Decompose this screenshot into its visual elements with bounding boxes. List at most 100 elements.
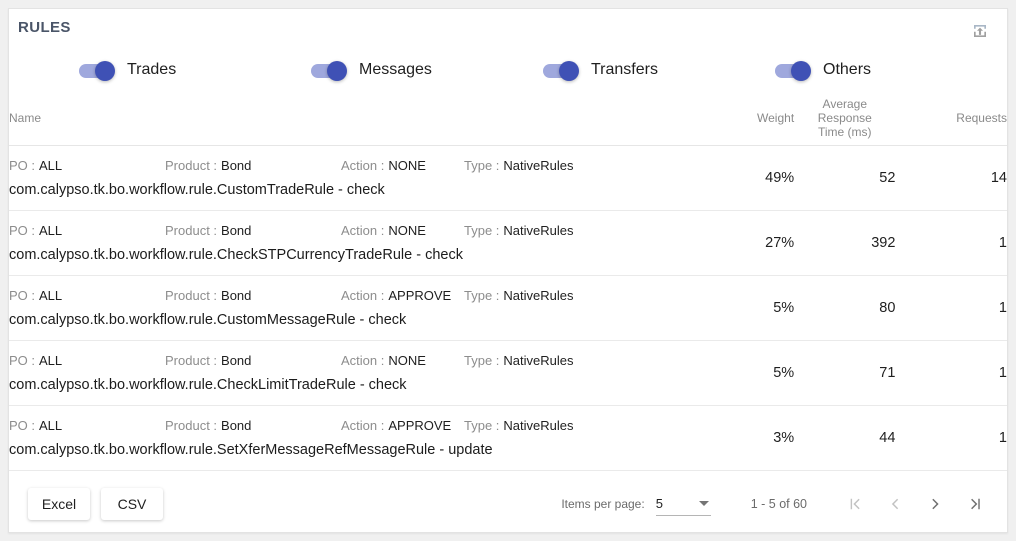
rule-class-name: com.calypso.tk.bo.workflow.rule.SetXferM… <box>9 441 493 458</box>
rule-meta-action-key: Action : <box>341 417 385 433</box>
rule-name-cell: PO : ALL Product : Bond Action : NONE Type : Na… <box>9 145 712 211</box>
rule-meta-action-value: NONE <box>388 157 426 173</box>
last-page-icon[interactable] <box>955 484 995 524</box>
column-header-weight: Weight <box>711 91 795 146</box>
rule-meta-type-value: NativeRules <box>503 417 574 433</box>
rule-meta-po: PO : ALL <box>9 223 165 238</box>
toggle-label: Others <box>823 61 872 78</box>
rule-class-name: com.calypso.tk.bo.workflow.rule.CustomMe… <box>9 311 407 328</box>
rule-name-cell: PO : ALL Product : Bond Action : APPROVE Type … <box>9 275 712 341</box>
rule-meta-product: Product : Bond <box>165 288 341 303</box>
rule-meta-po: PO : ALL <box>9 158 165 173</box>
rule-requests-value: 1 <box>895 340 1007 406</box>
rule-meta-action-value: APPROVE <box>388 417 452 433</box>
rule-avg-response-time-value: 71 <box>794 340 896 406</box>
table-row[interactable]: PO : ALL Product : Bond Action : APPROVE Type … <box>9 405 1007 471</box>
chevron-down-icon <box>698 500 709 506</box>
rule-meta-type-value: NativeRules <box>503 352 574 368</box>
rule-meta-po-key: PO : <box>9 352 36 368</box>
rule-meta-action: Action : NONE <box>341 223 464 238</box>
rule-name-cell: PO : ALL Product : Bond Action : NONE Type : Na… <box>9 210 712 276</box>
rule-meta-action-value: APPROVE <box>388 287 452 303</box>
rule-meta-product-value: Bond <box>221 222 252 238</box>
rule-weight-value: 49% <box>711 145 795 211</box>
rule-meta-product-key: Product : <box>165 352 218 368</box>
rule-weight-value: 5% <box>711 275 795 341</box>
rule-meta-po-key: PO : <box>9 417 36 433</box>
rule-meta-po: PO : ALL <box>9 353 165 368</box>
rules-table-container: Name Weight Average Response Time (ms) R… <box>9 91 1007 476</box>
items-per-page-value: 5 <box>655 496 663 511</box>
switch-icon <box>79 60 115 81</box>
rule-meta-action: Action : NONE <box>341 353 464 368</box>
export-upload-icon[interactable] <box>967 18 993 44</box>
table-row[interactable]: PO : ALL Product : Bond Action : NONE Type : Na… <box>9 340 1007 406</box>
table-row[interactable]: PO : ALL Product : Bond Action : NONE Type : Na… <box>9 210 1007 276</box>
rule-meta-action-value: NONE <box>388 352 426 368</box>
rule-meta-type: Type : NativeRules <box>464 158 614 173</box>
rule-meta-action-key: Action : <box>341 222 385 238</box>
export-excel-button[interactable]: Excel <box>28 488 90 520</box>
rule-meta-product-key: Product : <box>165 287 218 303</box>
rule-meta-product: Product : Bond <box>165 353 341 368</box>
toggle-transfers[interactable]: Transfers <box>543 60 775 81</box>
table-row[interactable]: PO : ALL Product : Bond Action : NONE Type : Na… <box>9 145 1007 211</box>
toggle-messages[interactable]: Messages <box>311 60 543 81</box>
previous-page-icon[interactable] <box>875 484 915 524</box>
pagination-range-label: 1 - 5 of 60 <box>750 497 807 511</box>
rule-meta-action: Action : APPROVE <box>341 288 464 303</box>
items-per-page-select[interactable]: 5 <box>655 493 711 516</box>
rule-class-name: com.calypso.tk.bo.workflow.rule.CheckSTP… <box>9 246 463 263</box>
page-title: RULES <box>18 19 71 36</box>
toggle-label: Trades <box>127 61 177 78</box>
rule-meta-type-value: NativeRules <box>503 157 574 173</box>
rule-weight-value: 27% <box>711 210 795 276</box>
rule-name-cell: PO : ALL Product : Bond Action : APPROVE Type … <box>9 405 712 471</box>
rule-meta: PO : ALL Product : Bond Action : APPROVE Type … <box>9 418 712 433</box>
avg-response-line-2: Response <box>817 110 872 125</box>
rule-meta-action: Action : NONE <box>341 158 464 173</box>
rule-meta-type-value: NativeRules <box>503 287 574 303</box>
avg-response-line-1: Average <box>822 96 868 111</box>
rules-card: RULES Trades Messages Transfers Others N… <box>8 8 1008 533</box>
rule-avg-response-time-value: 392 <box>794 210 896 276</box>
rule-requests-value: 1 <box>895 405 1007 471</box>
toggle-others[interactable]: Others <box>775 60 1007 81</box>
toggle-trades[interactable]: Trades <box>79 60 311 81</box>
rule-meta-action-key: Action : <box>341 352 385 368</box>
filter-toggles: Trades Messages Transfers Others <box>9 49 1007 91</box>
rule-meta-type-value: NativeRules <box>503 222 574 238</box>
column-header-name: Name <box>9 91 712 146</box>
paginator: Items per page: 5 1 - 5 of 60 <box>561 476 995 532</box>
rule-meta: PO : ALL Product : Bond Action : NONE Type : Na… <box>9 158 712 173</box>
rule-meta-type: Type : NativeRules <box>464 418 614 433</box>
export-csv-button[interactable]: CSV <box>101 488 163 520</box>
rule-meta: PO : ALL Product : Bond Action : APPROVE Type … <box>9 288 712 303</box>
table-row[interactable]: PO : ALL Product : Bond Action : APPROVE Type … <box>9 275 1007 341</box>
rule-meta-type: Type : NativeRules <box>464 353 614 368</box>
rule-meta-type-key: Type : <box>464 287 500 303</box>
rule-class-name: com.calypso.tk.bo.workflow.rule.CustomTr… <box>9 181 385 198</box>
rule-meta-action-key: Action : <box>341 287 385 303</box>
rule-meta-po-key: PO : <box>9 222 36 238</box>
rule-meta-po-value: ALL <box>39 352 63 368</box>
rule-meta-product: Product : Bond <box>165 158 341 173</box>
rule-weight-value: 3% <box>711 405 795 471</box>
rule-class-name: com.calypso.tk.bo.workflow.rule.CheckLim… <box>9 376 407 393</box>
column-header-requests: Requests <box>895 91 1007 146</box>
rule-meta-action-value: NONE <box>388 222 426 238</box>
rule-meta-type: Type : NativeRules <box>464 288 614 303</box>
rule-meta-po: PO : ALL <box>9 288 165 303</box>
rule-meta-action: Action : APPROVE <box>341 418 464 433</box>
next-page-icon[interactable] <box>915 484 955 524</box>
table-body: PO : ALL Product : Bond Action : NONE Type : Na… <box>9 145 1007 471</box>
rule-meta-type-key: Type : <box>464 222 500 238</box>
table-header: Name Weight Average Response Time (ms) R… <box>9 91 1007 146</box>
card-footer: Excel CSV Items per page: 5 1 - 5 of 60 <box>9 476 1007 532</box>
card-header: RULES <box>9 9 1007 49</box>
toggle-label: Transfers <box>591 61 658 78</box>
first-page-icon[interactable] <box>835 484 875 524</box>
rule-requests-value: 14 <box>895 145 1007 211</box>
rule-meta-po-key: PO : <box>9 287 36 303</box>
header-row: Name Weight Average Response Time (ms) R… <box>9 91 1007 146</box>
